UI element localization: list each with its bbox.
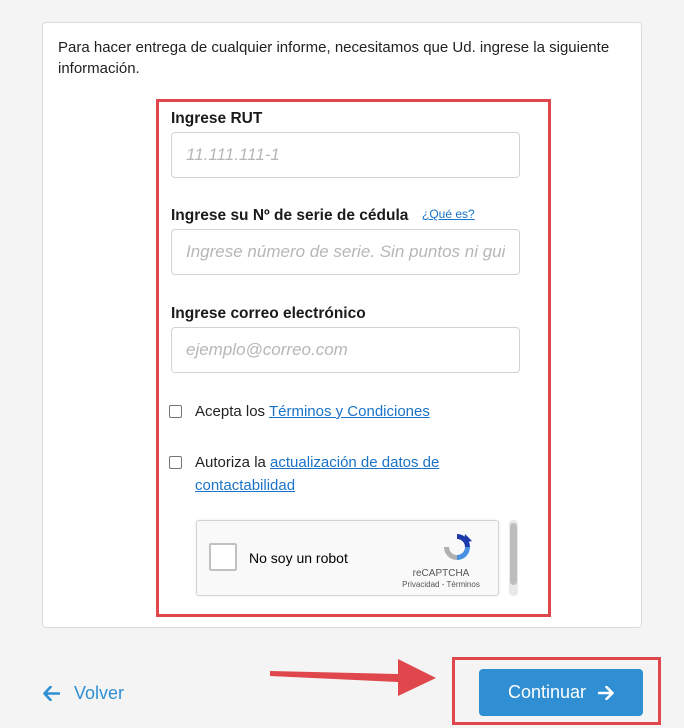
arrow-right-icon	[598, 685, 614, 700]
serie-label: Ingrese su Nº de serie de cédula	[171, 207, 409, 224]
terms-checkbox[interactable]	[169, 405, 182, 418]
recaptcha-terms-link[interactable]: Términos	[446, 580, 479, 589]
captcha-scrollbar[interactable]	[509, 520, 518, 596]
form-highlight-frame: Ingrese RUT Ingrese su Nº de serie de cé…	[156, 99, 551, 617]
contact-text: Autoriza la actualización de datos de co…	[195, 451, 485, 497]
rut-input[interactable]	[171, 132, 520, 178]
recaptcha-widget: No soy un robot reCAPTCHA Privacidad - T…	[196, 520, 499, 596]
recaptcha-logo-icon	[444, 534, 472, 560]
recaptcha-privacy-link[interactable]: Privacidad	[402, 580, 439, 589]
terms-prefix: Acepta los	[195, 403, 269, 420]
back-link[interactable]: Volver	[43, 683, 124, 704]
continue-button[interactable]: Continuar	[479, 669, 643, 716]
intro-text: Para hacer entrega de cualquier informe,…	[58, 39, 610, 77]
recaptcha-links: Privacidad - Términos	[392, 580, 490, 589]
captcha-scrollbar-thumb[interactable]	[510, 523, 517, 585]
terms-link[interactable]: Términos y Condiciones	[269, 403, 430, 420]
email-label: Ingrese correo electrónico	[171, 305, 366, 322]
what-is-it-link[interactable]: ¿Qué es?	[422, 207, 475, 221]
recaptcha-brand: reCAPTCHA	[412, 568, 470, 579]
contact-checkbox[interactable]	[169, 456, 182, 469]
terms-text: Acepta los Términos y Condiciones	[195, 400, 495, 423]
email-input[interactable]	[171, 327, 520, 373]
continue-label: Continuar	[507, 682, 587, 702]
recaptcha-label: No soy un robot	[249, 550, 348, 566]
back-label: Volver	[74, 683, 125, 703]
serie-input[interactable]	[171, 229, 520, 275]
form-card: Para hacer entrega de cualquier informe,…	[42, 22, 642, 628]
arrow-left-icon	[43, 686, 60, 701]
recaptcha-checkbox[interactable]	[209, 543, 237, 571]
contact-prefix: Autoriza la	[195, 454, 271, 471]
rut-label: Ingrese RUT	[171, 110, 263, 127]
annotation-arrow	[270, 659, 436, 696]
